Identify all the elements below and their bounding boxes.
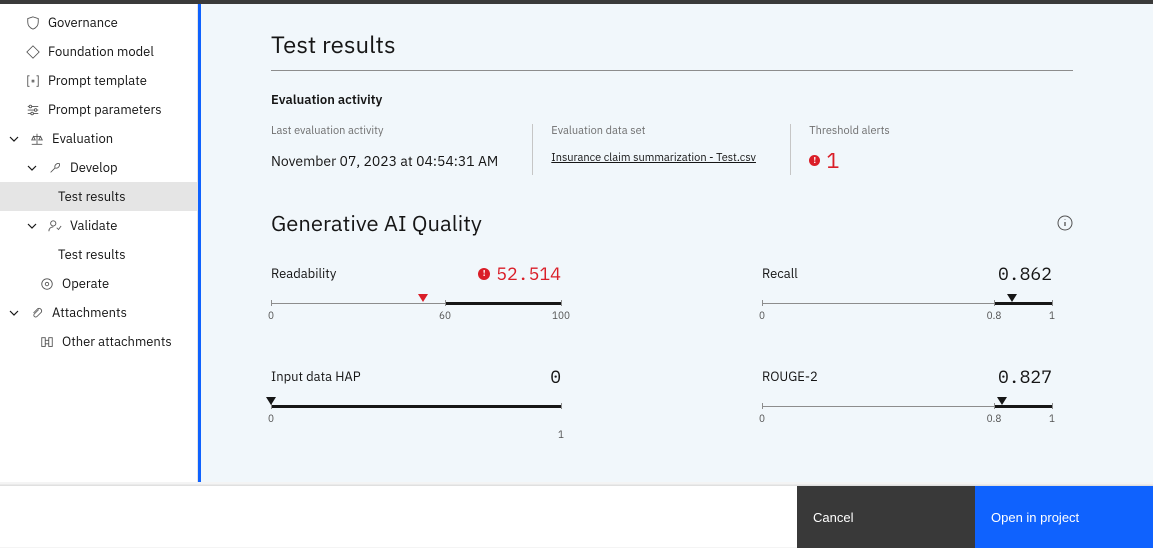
metric-value: ! 52.514 bbox=[478, 262, 561, 285]
sidebar-item-foundation-model[interactable]: Foundation model bbox=[0, 37, 197, 66]
sidebar-item-operate[interactable]: Operate bbox=[0, 269, 197, 298]
shield-icon bbox=[26, 16, 40, 30]
sidebar-item-label: Foundation model bbox=[48, 43, 154, 60]
dataset-link[interactable]: Insurance claim summarization - Test.csv bbox=[551, 151, 756, 165]
metric-name: ROUGE-2 bbox=[762, 368, 818, 385]
metric-slider: 0 0.8 1 bbox=[762, 400, 1052, 424]
sidebar-item-label: Operate bbox=[62, 275, 109, 292]
user-check-icon bbox=[48, 219, 62, 233]
dataset-cell: Evaluation data set Insurance claim summ… bbox=[551, 124, 791, 175]
alert-icon: ! bbox=[809, 155, 820, 166]
sidebar-item-governance[interactable]: Governance bbox=[0, 8, 197, 37]
cancel-button[interactable]: Cancel bbox=[797, 486, 975, 548]
sidebar-item-attachments[interactable]: Attachments bbox=[0, 298, 197, 327]
sidebar-item-validate-test-results[interactable]: Test results bbox=[0, 240, 197, 269]
sidebar-item-label: Develop bbox=[70, 159, 118, 176]
diamond-icon bbox=[26, 45, 40, 59]
sidebar-item-label: Prompt parameters bbox=[48, 101, 162, 118]
marker-icon bbox=[997, 397, 1007, 405]
evaluation-activity-row: Last evaluation activity November 07, 20… bbox=[271, 124, 1073, 175]
sidebar-item-develop[interactable]: Develop bbox=[0, 153, 197, 182]
marker-icon bbox=[266, 397, 276, 405]
main-content: Test results Evaluation activity Last ev… bbox=[198, 4, 1153, 482]
alerts-label: Threshold alerts bbox=[809, 124, 1015, 138]
sidebar-item-label: Governance bbox=[48, 14, 118, 31]
sidebar-item-label: Test results bbox=[58, 188, 126, 205]
metric-name: Recall bbox=[762, 265, 798, 282]
metric-slider: 0 60 100 bbox=[271, 297, 561, 321]
chevron-down-icon bbox=[8, 133, 20, 145]
scale-icon bbox=[30, 132, 44, 146]
target-icon bbox=[40, 277, 54, 291]
quality-title: Generative AI Quality bbox=[271, 209, 482, 238]
sidebar-item-validate[interactable]: Validate bbox=[0, 211, 197, 240]
sidebar-item-other-attachments[interactable]: Other attachments bbox=[0, 327, 197, 356]
metric-slider: 0 0.8 1 bbox=[762, 297, 1052, 321]
dataset-label: Evaluation data set bbox=[551, 124, 756, 138]
evaluation-activity-heading: Evaluation activity bbox=[271, 91, 1073, 108]
sidebar-item-label: Prompt template bbox=[48, 72, 147, 89]
chevron-down-icon bbox=[8, 307, 20, 319]
chevron-down-icon bbox=[26, 162, 38, 174]
metric-value: 0.862 bbox=[998, 262, 1052, 285]
sidebar-item-label: Other attachments bbox=[62, 333, 172, 350]
metric-name: Readability bbox=[271, 265, 336, 282]
sidebar-item-label: Validate bbox=[70, 217, 117, 234]
sidebar-item-prompt-template[interactable]: Prompt template bbox=[0, 66, 197, 95]
alert-count: 1 bbox=[826, 146, 839, 175]
brackets-icon bbox=[26, 74, 40, 88]
chevron-down-icon bbox=[26, 220, 38, 232]
open-in-project-button[interactable]: Open in project bbox=[975, 486, 1153, 548]
last-activity-cell: Last evaluation activity November 07, 20… bbox=[271, 124, 533, 175]
metric-readability: Readability ! 52.514 0 60 bbox=[271, 262, 561, 321]
last-activity-label: Last evaluation activity bbox=[271, 124, 498, 138]
metric-name: Input data HAP bbox=[271, 368, 361, 385]
metric-input-hap: Input data HAP 0 0 1 bbox=[271, 365, 561, 424]
attachment-icon bbox=[40, 335, 54, 349]
marker-icon bbox=[1007, 294, 1017, 302]
paperclip-icon bbox=[30, 306, 44, 320]
marker-icon bbox=[418, 294, 428, 302]
metric-value: 0 bbox=[550, 365, 561, 388]
page-title: Test results bbox=[271, 28, 1073, 71]
alerts-cell: Threshold alerts ! 1 bbox=[809, 124, 1049, 175]
last-activity-value: November 07, 2023 at 04:54:31 AM bbox=[271, 152, 498, 170]
sliders-icon bbox=[26, 103, 40, 117]
sidebar-item-label: Evaluation bbox=[52, 130, 113, 147]
alert-icon: ! bbox=[478, 268, 490, 280]
metric-slider: 0 1 bbox=[271, 400, 561, 424]
sidebar-item-test-results[interactable]: Test results bbox=[0, 182, 197, 211]
sidebar-item-evaluation[interactable]: Evaluation bbox=[0, 124, 197, 153]
sidebar-item-prompt-parameters[interactable]: Prompt parameters bbox=[0, 95, 197, 124]
metric-value: 0.827 bbox=[998, 365, 1052, 388]
info-icon[interactable] bbox=[1057, 215, 1073, 231]
wrench-icon bbox=[48, 161, 62, 175]
sidebar: Governance Foundation model Prompt templ… bbox=[0, 4, 198, 482]
sidebar-item-label: Attachments bbox=[52, 304, 127, 321]
metric-rouge2: ROUGE-2 0.827 0 0.8 1 bbox=[762, 365, 1052, 424]
footer: Cancel Open in project bbox=[0, 485, 1153, 547]
metric-recall: Recall 0.862 0 0.8 1 bbox=[762, 262, 1052, 321]
sidebar-item-label: Test results bbox=[58, 246, 126, 263]
